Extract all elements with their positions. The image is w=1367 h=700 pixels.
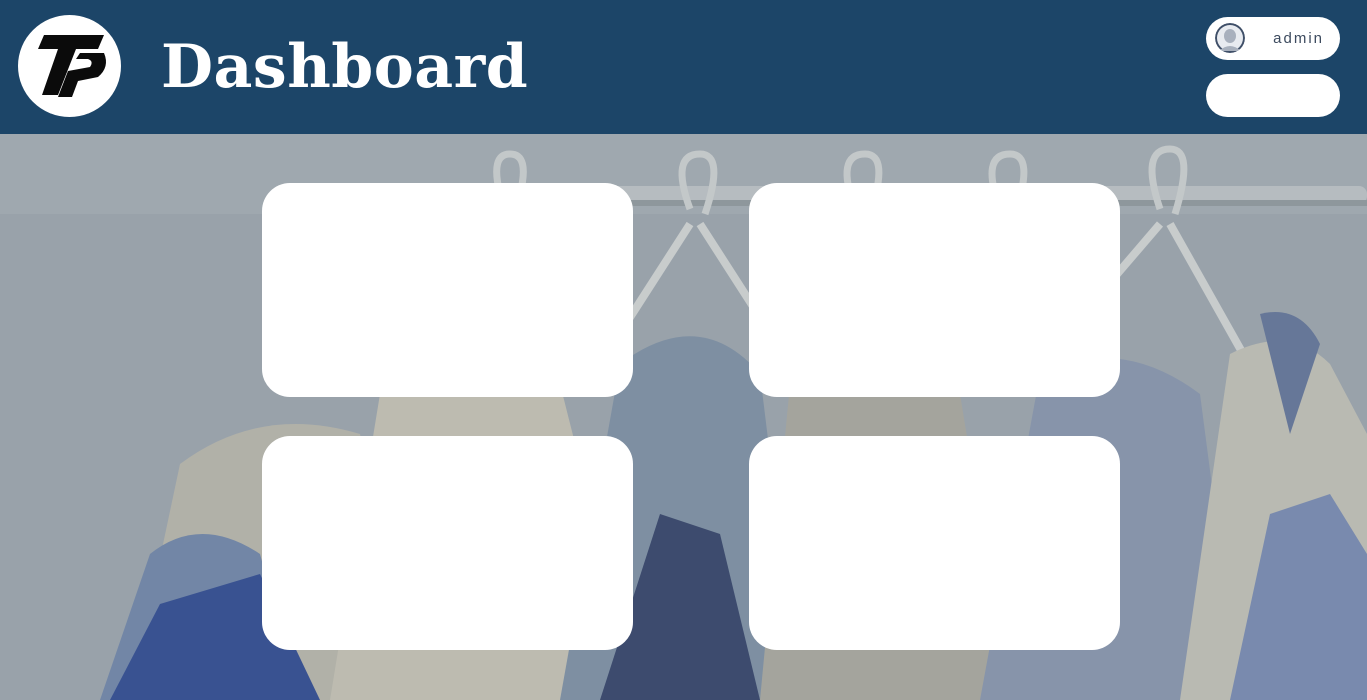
dashboard-card[interactable] [749,436,1120,650]
user-avatar-icon [1215,23,1245,53]
dashboard-card[interactable] [749,183,1120,397]
app-header: Dashboard admin [0,0,1367,134]
brand-logo-icon [38,35,106,97]
clothes-rack-illustration [0,134,1367,700]
page-title: Dashboard [161,32,529,102]
username-label: admin [1273,30,1324,47]
user-menu-button[interactable]: admin [1206,17,1340,60]
background-illustration [0,134,1367,700]
brand-logo[interactable] [18,15,121,117]
secondary-header-button[interactable] [1206,74,1340,117]
dashboard-card[interactable] [262,183,633,397]
dashboard-card[interactable] [262,436,633,650]
